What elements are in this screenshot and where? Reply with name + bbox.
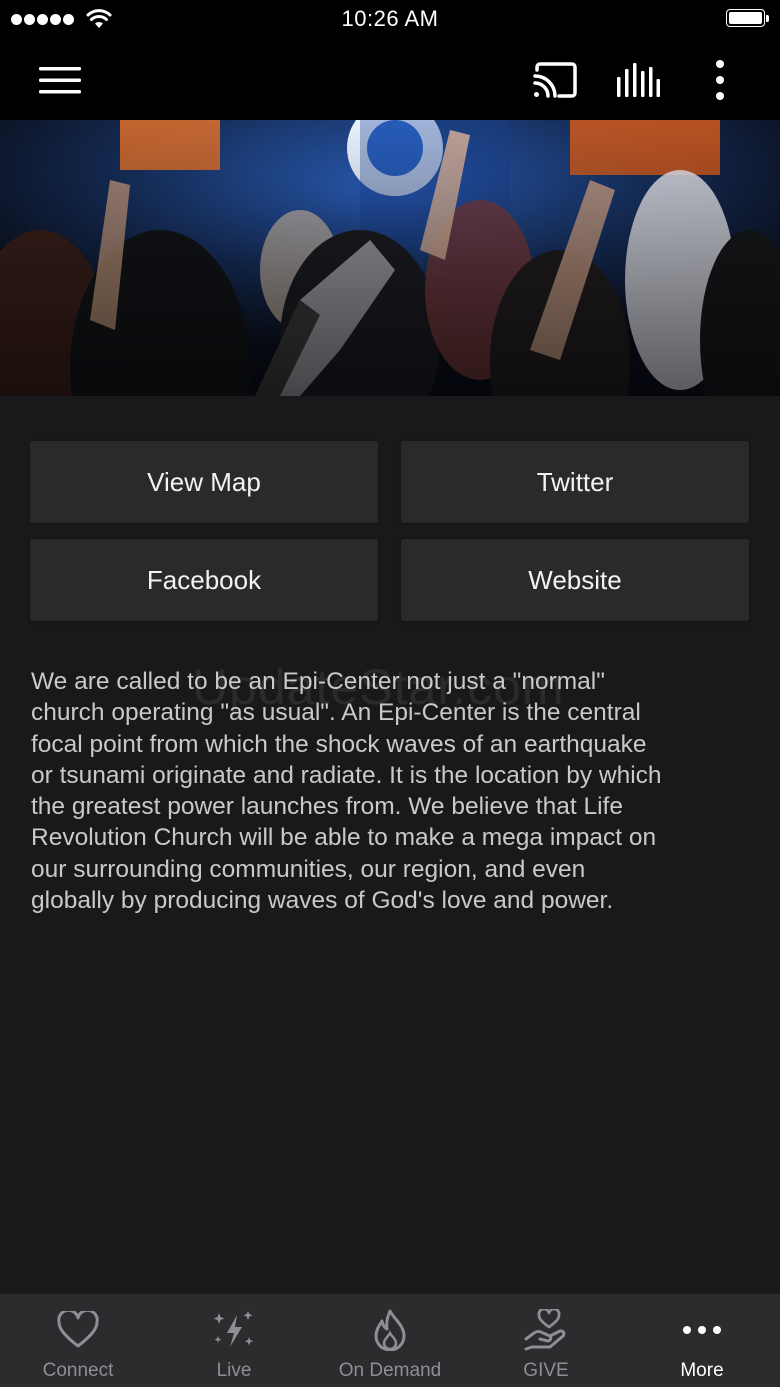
cast-icon xyxy=(533,62,577,98)
tab-more-label: More xyxy=(680,1360,724,1381)
tab-on-demand[interactable]: On Demand xyxy=(312,1294,468,1387)
hero-image xyxy=(0,120,780,396)
heart-hand-icon xyxy=(524,1308,568,1352)
overflow-menu-button[interactable] xyxy=(690,40,750,120)
sparkle-lightning-icon xyxy=(212,1308,256,1352)
heart-icon xyxy=(56,1308,100,1352)
view-map-button[interactable]: View Map xyxy=(30,441,378,523)
twitter-button[interactable]: Twitter xyxy=(401,441,749,523)
tab-live-label: Live xyxy=(216,1360,252,1381)
bottom-tab-bar: Connect Live On Demand GIVE More xyxy=(0,1294,780,1387)
tab-on-demand-label: On Demand xyxy=(338,1360,442,1381)
cast-button[interactable] xyxy=(515,40,595,120)
audio-button[interactable] xyxy=(598,40,678,120)
flame-icon xyxy=(368,1308,412,1352)
tab-live[interactable]: Live xyxy=(156,1294,312,1387)
tab-connect[interactable]: Connect xyxy=(0,1294,156,1387)
church-description: We are called to be an Epi-Center not ju… xyxy=(31,668,662,915)
status-time: 10:26 AM xyxy=(341,6,439,31)
menu-button[interactable] xyxy=(20,40,100,120)
website-button[interactable]: Website xyxy=(401,539,749,621)
menu-icon xyxy=(39,67,81,94)
battery-icon xyxy=(726,9,770,29)
worship-crowd-image xyxy=(0,120,780,396)
facebook-button[interactable]: Facebook xyxy=(30,539,378,621)
audio-bars-icon xyxy=(617,63,660,97)
ellipsis-icon xyxy=(680,1308,724,1352)
more-vertical-icon xyxy=(716,60,724,100)
status-bar: 10:26 AM xyxy=(0,0,780,40)
tab-more[interactable]: More xyxy=(624,1294,780,1387)
tab-connect-label: Connect xyxy=(42,1360,114,1381)
content-area: View Map Twitter Facebook Website We are… xyxy=(0,396,780,1294)
top-nav-bar xyxy=(0,40,780,120)
tab-give[interactable]: GIVE xyxy=(468,1294,624,1387)
tab-give-label: GIVE xyxy=(523,1360,569,1381)
